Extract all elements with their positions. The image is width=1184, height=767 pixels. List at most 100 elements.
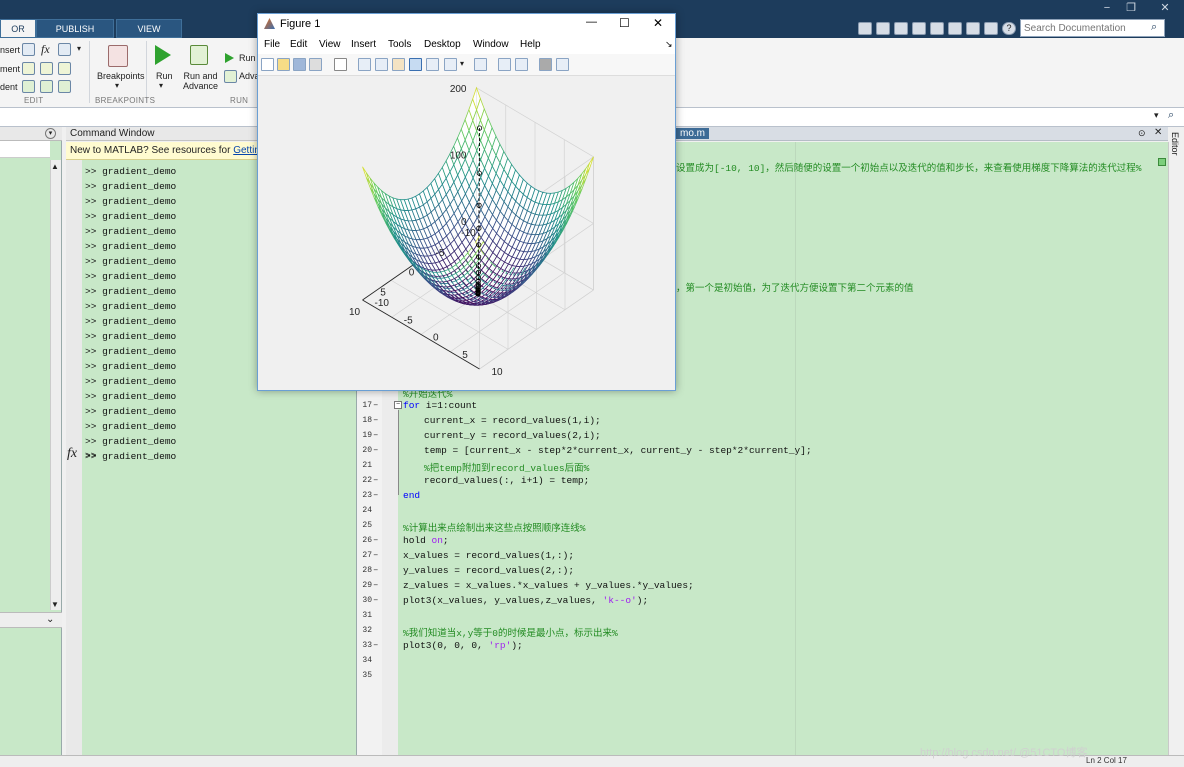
search-icon[interactable]: ⌕ bbox=[1151, 21, 1157, 34]
tab-publish[interactable]: PUBLISH bbox=[36, 19, 114, 38]
show-plot-tools-icon[interactable] bbox=[556, 58, 569, 71]
folder-search-icon[interactable]: ⌕ bbox=[1168, 109, 1174, 122]
menu-view[interactable]: View bbox=[319, 39, 341, 50]
insert-legend-icon[interactable] bbox=[515, 58, 528, 71]
zoom-in-icon[interactable] bbox=[358, 58, 371, 71]
run-icon[interactable] bbox=[155, 45, 171, 65]
breakpoint-marker[interactable]: – bbox=[373, 595, 378, 605]
breakpoint-marker[interactable]: – bbox=[373, 565, 378, 575]
menu-file[interactable]: File bbox=[264, 39, 280, 50]
pan-icon[interactable] bbox=[392, 58, 405, 71]
figure-minimize-button[interactable]: — bbox=[586, 16, 597, 28]
redo-icon[interactable] bbox=[966, 22, 980, 35]
edit-plot-cursor-icon[interactable] bbox=[334, 58, 347, 71]
breakpoint-marker[interactable]: – bbox=[373, 640, 378, 650]
link-plot-icon[interactable] bbox=[474, 58, 487, 71]
figure-close-button[interactable]: ✕ bbox=[653, 16, 663, 30]
copy-icon[interactable] bbox=[912, 22, 926, 35]
plot-area[interactable]: 200 100 0 -10 -5 0 5 10 10 5 0 -5 -10 bbox=[258, 76, 675, 390]
print-figure-icon[interactable] bbox=[309, 58, 322, 71]
menu-desktop[interactable]: Desktop bbox=[424, 39, 461, 50]
editor-file-tab[interactable]: mo.m bbox=[676, 128, 709, 139]
help-icon[interactable]: ? bbox=[1002, 22, 1016, 35]
comment-icon[interactable] bbox=[22, 62, 35, 75]
panel-actions-icon[interactable]: ▾ bbox=[45, 128, 56, 139]
breakpoint-marker[interactable]: – bbox=[373, 400, 378, 410]
cut-icon[interactable] bbox=[894, 22, 908, 35]
breakpoint-marker[interactable]: – bbox=[373, 550, 378, 560]
surface-plot[interactable]: 2001000-10-505101050-5-10 bbox=[258, 76, 675, 390]
search-documentation-input[interactable] bbox=[1020, 19, 1165, 37]
paste-icon[interactable] bbox=[930, 22, 944, 35]
run-dropdown-icon[interactable]: ▾ bbox=[159, 81, 163, 90]
close-button[interactable]: ✕ bbox=[1150, 0, 1180, 16]
brush-icon[interactable] bbox=[444, 58, 457, 71]
menu-help[interactable]: Help bbox=[520, 39, 541, 50]
uncomment-icon[interactable] bbox=[40, 62, 53, 75]
breakpoints-button-label[interactable]: Breakpoints bbox=[97, 71, 145, 81]
getting-started-link[interactable]: Gettin bbox=[233, 145, 260, 156]
run-section-label[interactable]: Run bbox=[239, 53, 256, 63]
scroll-up-icon[interactable]: ▲ bbox=[51, 162, 59, 171]
chevron-down-icon[interactable]: ▾ bbox=[77, 44, 81, 53]
run-and-advance-icon[interactable] bbox=[190, 45, 208, 65]
save-figure-icon[interactable] bbox=[293, 58, 306, 71]
run-button-label[interactable]: Run bbox=[156, 71, 173, 81]
breakpoints-icon[interactable] bbox=[108, 45, 128, 67]
editor-scrollbar[interactable] bbox=[1168, 142, 1184, 767]
insert-colorbar-icon[interactable] bbox=[498, 58, 511, 71]
command-prompt[interactable]: >> bbox=[85, 450, 96, 461]
scroll-down-icon[interactable]: ▼ bbox=[51, 600, 59, 609]
fold-toggle-icon[interactable]: − bbox=[394, 401, 402, 409]
breakpoint-marker[interactable]: – bbox=[373, 490, 378, 500]
figure-title-bar[interactable]: Figure 1 — ☐ ✕ bbox=[258, 14, 675, 36]
zoom-out-icon[interactable] bbox=[375, 58, 388, 71]
undo-icon[interactable] bbox=[948, 22, 962, 35]
tab-view[interactable]: VIEW bbox=[116, 19, 182, 38]
details-expand-icon[interactable]: ⌄ bbox=[46, 614, 54, 625]
address-dropdown-icon[interactable]: ▾ bbox=[1154, 110, 1159, 121]
open-file-icon[interactable] bbox=[277, 58, 290, 71]
quick-access-icon[interactable] bbox=[858, 22, 872, 35]
save-icon[interactable] bbox=[876, 22, 890, 35]
restore-button[interactable]: ❐ bbox=[1116, 0, 1146, 16]
increase-indent-icon[interactable] bbox=[40, 80, 53, 93]
editor-actions-icon[interactable]: ⊙ bbox=[1138, 128, 1146, 139]
menu-tools[interactable]: Tools bbox=[388, 39, 411, 50]
decrease-indent-icon[interactable] bbox=[58, 80, 71, 93]
comment-button-label[interactable]: ment bbox=[0, 64, 20, 74]
menu-edit[interactable]: Edit bbox=[290, 39, 307, 50]
new-figure-icon[interactable] bbox=[261, 58, 274, 71]
run-section-icon[interactable] bbox=[225, 53, 234, 63]
breakpoint-marker[interactable]: – bbox=[373, 430, 378, 440]
brush-dropdown-icon[interactable]: ▾ bbox=[460, 59, 464, 68]
hide-plot-tools-icon[interactable] bbox=[539, 58, 552, 71]
code-analyzer-indicator[interactable] bbox=[1158, 158, 1166, 166]
advance-icon[interactable] bbox=[224, 70, 237, 83]
figure-maximize-button[interactable]: ☐ bbox=[619, 16, 630, 30]
figure-window[interactable]: Figure 1 — ☐ ✕ File Edit View Insert Too… bbox=[257, 13, 676, 391]
insert-button-label[interactable]: nsert bbox=[0, 45, 20, 55]
data-cursor-icon[interactable] bbox=[426, 58, 439, 71]
indent-button-label[interactable]: dent bbox=[0, 82, 18, 92]
switch-windows-icon[interactable] bbox=[984, 22, 998, 35]
editor-close-icon[interactable]: ✕ bbox=[1154, 127, 1162, 138]
breakpoint-marker[interactable]: – bbox=[373, 445, 378, 455]
folder-scrollbar[interactable] bbox=[50, 160, 61, 610]
menu-insert[interactable]: Insert bbox=[351, 39, 376, 50]
dock-figure-icon[interactable]: ↘ bbox=[665, 39, 673, 50]
fx-icon[interactable]: fx bbox=[41, 42, 50, 57]
wrap-comment-icon[interactable] bbox=[58, 62, 71, 75]
breakpoint-marker[interactable]: – bbox=[373, 415, 378, 425]
breakpoint-marker[interactable]: – bbox=[373, 475, 378, 485]
format-icon[interactable] bbox=[58, 43, 71, 56]
breakpoints-dropdown-icon[interactable]: ▾ bbox=[115, 81, 119, 90]
breakpoint-marker[interactable]: – bbox=[373, 535, 378, 545]
tab-editor[interactable]: OR bbox=[0, 19, 36, 38]
insert-icon[interactable] bbox=[22, 43, 35, 56]
rotate-3d-icon[interactable] bbox=[409, 58, 422, 71]
menu-window[interactable]: Window bbox=[473, 39, 509, 50]
run-and-advance-button-label[interactable]: Run and Advance bbox=[183, 71, 218, 91]
editor-side-label[interactable]: Editor bbox=[1170, 132, 1180, 156]
breakpoint-marker[interactable]: – bbox=[373, 580, 378, 590]
